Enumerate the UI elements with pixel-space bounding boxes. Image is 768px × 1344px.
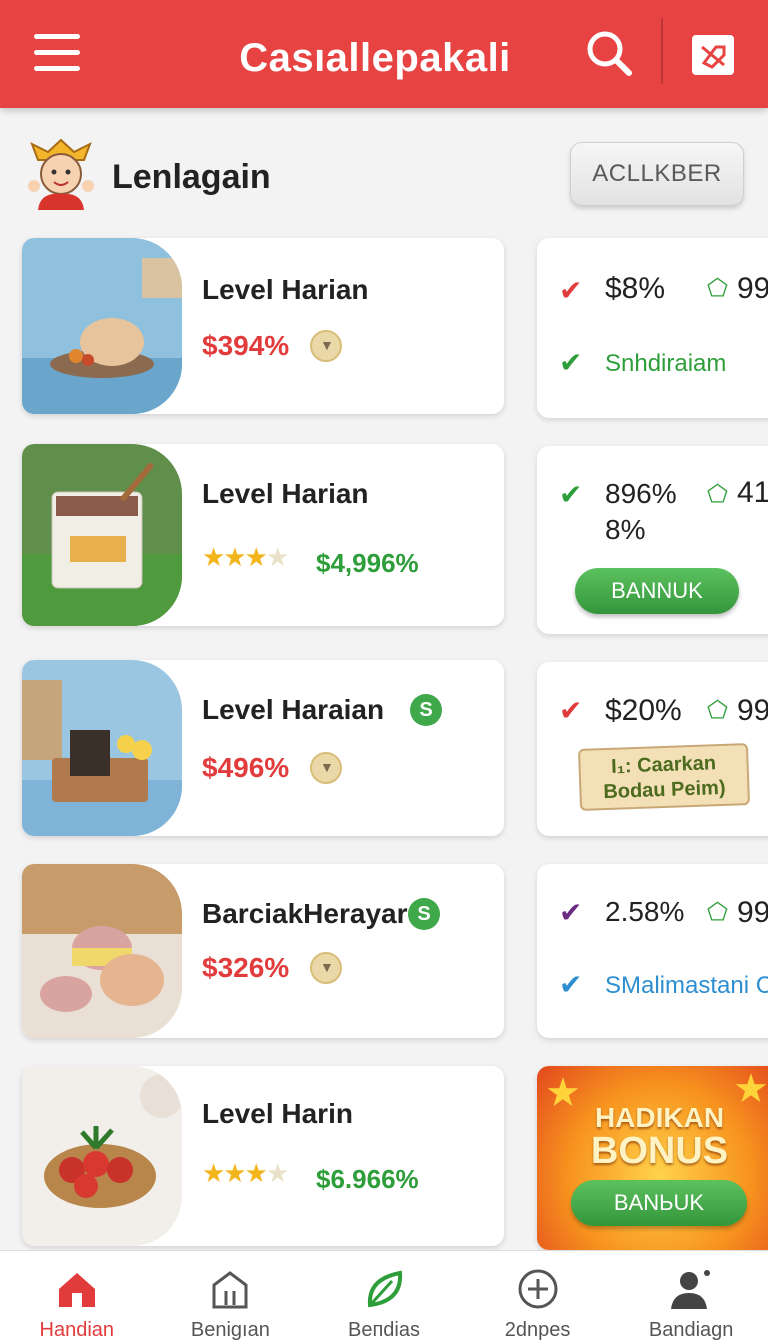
app-header: Casıallepakali xyxy=(0,0,768,108)
tag-icon: ⬠ xyxy=(707,697,728,724)
item-thumbnail xyxy=(22,238,182,414)
check-icon: ✔ xyxy=(559,897,583,928)
badge-icon: S xyxy=(410,694,442,726)
building-icon xyxy=(208,1267,252,1311)
user-name: Lenlagain xyxy=(112,158,271,196)
coin-icon xyxy=(310,330,342,362)
item-thumbnail xyxy=(22,1066,182,1246)
check-icon: ✔ xyxy=(559,275,583,306)
star-rating: ★★★★ xyxy=(202,1158,289,1188)
check-icon: ✔ xyxy=(559,347,583,378)
side-stat: 2.58% xyxy=(605,896,685,927)
bonus-claim-button[interactable]: BANЬUK xyxy=(571,1180,747,1226)
badge-icon: S xyxy=(408,898,440,930)
coin-icon xyxy=(310,752,342,784)
side-card[interactable]: ✔ 2.58% ⬠ 99 ✔ SMalimastani C xyxy=(537,864,768,1038)
check-icon: ✔ xyxy=(559,969,583,1000)
bonus-card[interactable]: ★ ★ HADIKAN BONUS BANЬUK xyxy=(537,1066,768,1250)
tag-icon: ⬠ xyxy=(707,275,728,302)
side-stat-secondary: 8% xyxy=(605,514,646,545)
item-price: $6.966% xyxy=(316,1164,419,1194)
item-card[interactable]: BarciakHerayar S $326% xyxy=(22,864,504,1038)
tag-icon: ⬠ xyxy=(707,899,728,926)
header-divider xyxy=(661,18,663,84)
nav-label: Handian xyxy=(39,1319,115,1341)
nav-item-benigian[interactable]: Benigıan xyxy=(154,1251,308,1344)
check-icon: ✔ xyxy=(559,479,583,510)
item-card[interactable]: Level Harian $394% xyxy=(22,238,504,414)
tag-icon[interactable] xyxy=(692,35,734,75)
item-title: Level Haraian xyxy=(202,694,385,725)
bonus-subtitle: BONUS xyxy=(590,1130,729,1172)
nav-label: 2dnpes xyxy=(504,1319,571,1341)
side-card[interactable]: ✔ $20% ⬠ 99 I₁: Caarkan Bodau Peim) xyxy=(537,662,768,836)
scroll-banner: I₁: Caarkan Bodau Peim) xyxy=(577,743,751,811)
item-title: Level Harian xyxy=(202,274,369,305)
item-title: Level Harin xyxy=(202,1098,353,1129)
side-note: SMalimastani C xyxy=(605,972,768,999)
profile-icon xyxy=(669,1267,713,1311)
side-extra: 99 xyxy=(737,272,768,305)
hamburger-icon[interactable] xyxy=(34,34,80,74)
side-card[interactable]: ✔ 896% 8% ⬠ 41 BANNUK xyxy=(537,446,768,634)
scroll-line: Bodau Peim) xyxy=(602,776,726,804)
item-thumbnail xyxy=(22,864,182,1038)
item-title: BarciakHerayar xyxy=(202,898,408,929)
item-card[interactable]: Level Harin ★★★★ $6.966% xyxy=(22,1066,504,1246)
plus-circle-icon xyxy=(516,1267,560,1311)
item-price: $326% xyxy=(202,952,290,983)
home-icon xyxy=(55,1267,99,1311)
nav-label: Benigıan xyxy=(190,1319,270,1341)
side-stat: $20% xyxy=(605,694,682,727)
action-button[interactable]: ACLLKBER xyxy=(570,142,744,206)
bottom-navigation: Handian Benigıan Beпdias 2dnpes Bandiagn xyxy=(0,1250,768,1344)
nav-label: Bandiagn xyxy=(648,1319,734,1341)
nav-item-2dnpes[interactable]: 2dnpes xyxy=(461,1251,615,1344)
profile-row: Lenlagain ACLLKBER xyxy=(24,136,744,216)
side-note: Snhdiraiam xyxy=(605,350,727,377)
check-icon: ✔ xyxy=(559,695,583,726)
item-thumbnail xyxy=(22,444,182,626)
bannuk-button[interactable]: BANNUK xyxy=(575,568,739,614)
side-card[interactable]: ✔ $8% ⬠ 99 ✔ Snhdiraiam xyxy=(537,238,768,418)
side-stat: $8% xyxy=(605,272,666,305)
leaf-icon xyxy=(362,1267,406,1311)
side-extra: 99 xyxy=(737,896,768,929)
item-thumbnail xyxy=(22,660,182,836)
side-extra: 99 xyxy=(737,694,768,727)
nav-item-bandiagn[interactable]: Bandiagn xyxy=(614,1251,768,1344)
nav-item-handian[interactable]: Handian xyxy=(0,1251,154,1344)
star-rating: ★★★★ xyxy=(202,542,289,572)
tag-icon: ⬠ xyxy=(707,481,728,508)
item-price: $4,996% xyxy=(316,548,419,578)
coin-icon xyxy=(310,952,342,984)
item-card[interactable]: Level Harian ★★★★ $4,996% xyxy=(22,444,504,626)
nav-item-bendias[interactable]: Beпdias xyxy=(307,1251,461,1344)
avatar[interactable] xyxy=(24,136,98,210)
item-card[interactable]: Level Haraian S $496% xyxy=(22,660,504,836)
app-title: Casıallepakali xyxy=(239,36,511,80)
search-icon[interactable] xyxy=(584,28,634,78)
side-stat: 896% xyxy=(605,478,677,509)
side-extra: 41 xyxy=(737,476,768,509)
item-title: Level Harian xyxy=(202,478,369,509)
item-price: $496% xyxy=(202,752,290,783)
nav-label: Beпdias xyxy=(347,1319,420,1341)
item-price: $394% xyxy=(202,330,290,361)
